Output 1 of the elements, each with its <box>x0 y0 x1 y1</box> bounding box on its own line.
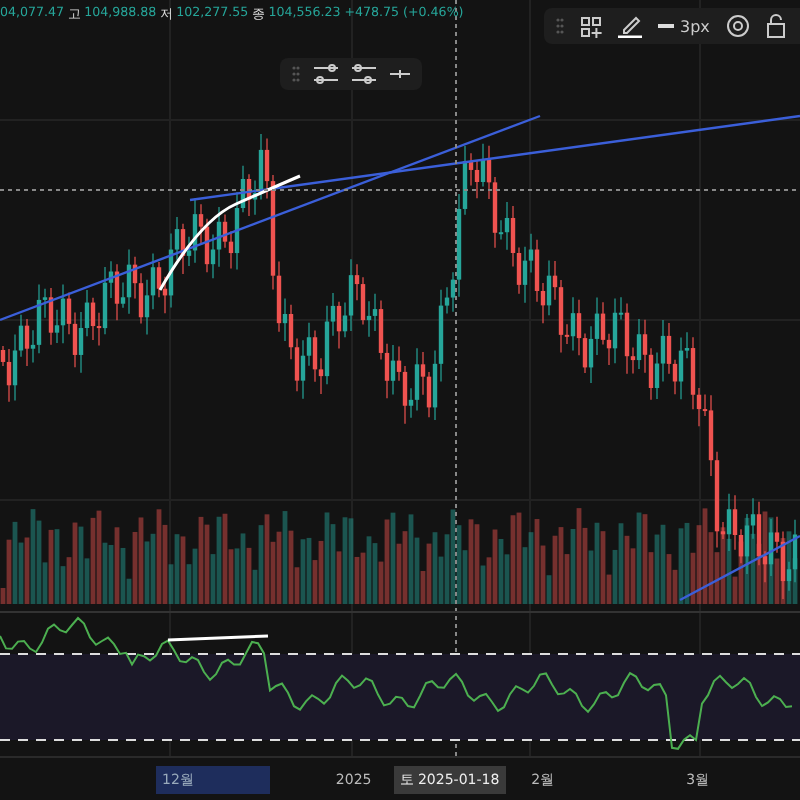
line-width-button[interactable]: 3px <box>658 17 710 35</box>
